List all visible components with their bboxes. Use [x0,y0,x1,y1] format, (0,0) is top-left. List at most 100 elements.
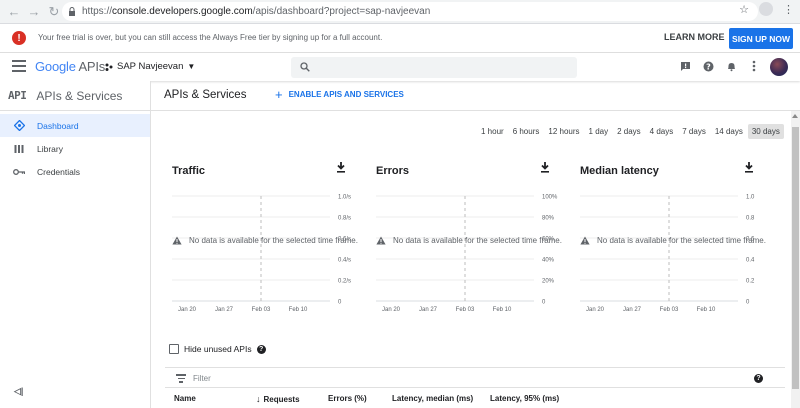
feedback-icon[interactable] [678,59,692,73]
learn-more-button[interactable]: LEARN MORE [664,32,725,42]
svg-text:?: ? [706,62,711,71]
url-host: console.developers.google.com [112,6,253,17]
plus-icon: + [275,86,283,102]
y-tick-label: 0.8/s [338,216,351,222]
y-tick-label: 0.2 [746,279,755,285]
download-icon[interactable] [336,160,346,178]
sidebar-item-label: Dashboard [37,120,79,131]
y-tick-label: 100% [542,195,558,201]
more-vert-icon[interactable] [747,59,761,73]
notifications-icon[interactable] [724,59,738,73]
page-title: APIs & Services [164,89,247,101]
time-range-selector: 1 hour 6 hours 12 hours 1 day 2 days 4 days 7 … [477,124,785,139]
x-tick-label: Jan 27 [623,307,642,313]
y-tick-label: 1.0/s [338,195,351,201]
filter-icon [176,374,186,385]
y-tick-label: 0.4/s [338,258,351,264]
banner-message: Your free trial is over, but you can sti… [38,33,383,42]
errors-chart: Errors 0 20% 40% 60% 80% 100% Jan 20 Jan 27 Feb 0… [369,158,562,318]
collapse-sidebar-icon[interactable]: ◁| [14,386,23,397]
enable-apis-label: ENABLE APIS AND SERVICES [288,90,404,99]
sidebar-title: APIs & Services [36,88,123,103]
time-range-button[interactable]: 7 days [678,124,710,139]
time-range-button[interactable]: 6 hours [509,124,544,139]
time-range-button[interactable]: 2 days [613,124,645,139]
browser-profile-icon[interactable] [759,2,773,16]
reload-icon[interactable]: ↻ [44,2,64,22]
x-tick-label: Feb 10 [493,307,512,313]
trial-banner: ! Your free trial is over, but you can s… [0,24,800,53]
warning-icon [376,236,386,245]
key-icon [12,168,26,176]
traffic-chart: Traffic 0 0.2/s 0.4/s 0.6/s 0.8/s 1.0/s Jan 20 J… [165,158,358,318]
sign-up-button[interactable]: SIGN UP NOW [729,28,793,49]
logo-google: Google [35,59,76,74]
project-name: SAP Navjeevan [117,61,184,72]
api-logo: API [8,89,27,102]
x-tick-label: Feb 10 [697,307,716,313]
chart-plot: 020%40%60%80%100%Jan 20 Jan 27 Feb 03 Feb 1… [376,195,558,313]
scroll-up-icon[interactable] [792,114,798,118]
google-apis-logo[interactable]: Google APIs [35,59,105,74]
back-icon[interactable]: ← [4,2,24,22]
help-icon[interactable]: ? [256,344,266,354]
scrollbar-thumb[interactable] [792,127,799,389]
x-tick-label: Jan 27 [419,307,438,313]
error-icon: ! [12,31,26,45]
project-selector[interactable]: SAP Navjeevan ▼ [105,61,195,72]
no-data-text: No data is available for the selected ti… [189,236,358,245]
help-icon[interactable]: ? [701,59,715,73]
hide-unused-toggle[interactable]: Hide unused APIs ? [169,344,266,354]
app-header: Google APIs SAP Navjeevan ▼ ? [0,53,800,81]
sidebar-item-dashboard[interactable]: Dashboard [0,114,150,137]
page-scrollbar[interactable] [791,111,800,408]
filter-input[interactable]: Filter [193,374,211,383]
column-latency-median[interactable]: Latency, median (ms) [392,394,473,403]
time-range-button[interactable]: 1 day [585,124,613,139]
x-tick-label: Feb 03 [252,307,271,313]
no-data-message: No data is available for the selected ti… [172,236,358,245]
chevron-down-icon: ▼ [187,62,196,71]
chart-plot: 00.20.40.60.81.0Jan 20 Jan 27 Feb 03 Feb 10 [580,195,755,313]
menu-icon[interactable] [12,60,26,72]
filter-help-icon[interactable]: ? [754,374,763,383]
x-tick-label: Feb 10 [289,307,308,313]
y-tick-label: 0 [746,300,750,306]
download-icon[interactable] [540,160,550,178]
sidebar-item-library[interactable]: Library [0,137,150,160]
column-requests[interactable]: ↓ Requests [256,394,300,404]
project-icon [105,63,113,71]
sort-arrow-icon: ↓ [256,394,261,404]
no-data-message: No data is available for the selected ti… [376,236,562,245]
browser-menu-icon[interactable]: ⋮ [783,3,794,16]
sidebar-item-credentials[interactable]: Credentials [0,160,150,183]
time-range-button[interactable]: 12 hours [544,124,583,139]
hide-unused-checkbox[interactable] [169,344,179,354]
avatar[interactable] [770,58,788,76]
time-range-button[interactable]: 1 hour [477,124,508,139]
search-input[interactable] [291,57,577,78]
no-data-text: No data is available for the selected ti… [393,236,562,245]
column-name[interactable]: Name [174,394,196,403]
y-tick-label: 0.8 [746,216,755,222]
star-icon[interactable]: ☆ [739,3,749,16]
time-range-button[interactable]: 30 days [747,124,784,139]
x-tick-label: Jan 27 [215,307,234,313]
enable-apis-button[interactable]: + ENABLE APIS AND SERVICES [275,86,404,102]
dashboard-icon [12,120,26,131]
address-bar[interactable]: https://console.developers.google.com/ap… [62,2,758,21]
column-requests-label: Requests [263,395,300,404]
x-tick-label: Jan 20 [382,307,401,313]
y-tick-label: 0 [542,300,546,306]
time-range-button[interactable]: 14 days [711,124,747,139]
time-range-button[interactable]: 4 days [646,124,678,139]
download-icon[interactable] [744,160,754,178]
library-icon [12,144,26,154]
chart-title: Median latency [580,165,659,177]
forward-icon[interactable]: → [24,2,44,22]
column-latency-95[interactable]: Latency, 95% (ms) [490,394,559,403]
warning-icon [172,236,182,245]
chart-plot: 00.2/s0.4/s0.6/s0.8/s1.0/sJan 20 Jan 27 Fe… [172,195,351,313]
column-errors[interactable]: Errors (%) [328,394,367,403]
filter-bar[interactable]: Filter ? [165,367,785,388]
